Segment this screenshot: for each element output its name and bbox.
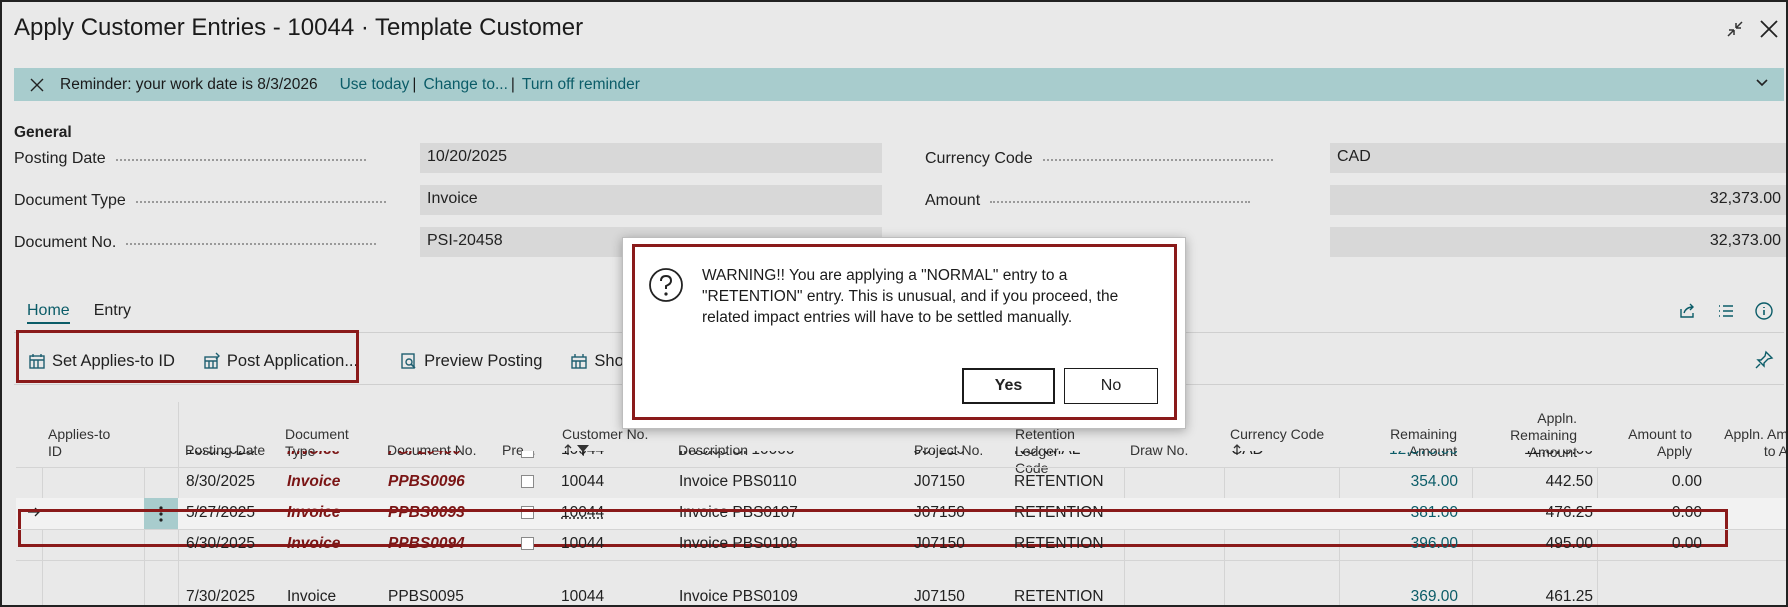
cell-posting-date: 10/5/2025 [186, 451, 255, 459]
use-today-link[interactable]: Use today [340, 76, 410, 94]
cell-project-no: J07150 [914, 588, 965, 605]
cell-retention-code: NORMAL [1014, 451, 1080, 459]
row-checkbox[interactable] [521, 475, 534, 488]
cell-currency-code: CAD [1231, 451, 1264, 459]
amount-label: Amount [925, 192, 1325, 210]
reminder-message: Reminder: your work date is 8/3/2026 [60, 75, 318, 93]
row-checkbox[interactable] [521, 451, 534, 458]
cell-remaining-amount[interactable]: 369.00 [1351, 588, 1458, 605]
link-separator: | [510, 75, 515, 93]
cell-document-type: Invoice [287, 451, 340, 459]
table-row[interactable]: 7/30/2025 Invoice PPBS0095 10044 Invoice… [16, 560, 1786, 605]
cell-posting-date: 6/30/2025 [186, 535, 255, 552]
document-no-label: Document No. [14, 234, 414, 252]
cell-retention-code: RETENTION [1014, 535, 1104, 552]
cell-appln-remaining-amount: 495.00 [1545, 535, 1593, 552]
actions-highlight [16, 330, 359, 383]
cell-retention-code: RETENTION [1014, 588, 1104, 605]
cell-amount-to-apply[interactable]: 0.00 [1616, 535, 1702, 553]
change-to-link[interactable]: Change to... [423, 76, 507, 94]
cell-remaining-amount[interactable]: 396.00 [1351, 535, 1458, 553]
info-icon[interactable] [1754, 301, 1774, 326]
cell-document-no[interactable]: PPBS0094 [388, 535, 465, 553]
cell-customer-no[interactable]: 10044 [561, 473, 604, 491]
col-currency-code[interactable]: Currency Code [1230, 426, 1324, 443]
currency-code-field[interactable]: CAD [1330, 143, 1786, 173]
general-section-title: General [14, 124, 72, 141]
preview-posting-icon [401, 353, 416, 369]
table-row[interactable]: 6/30/2025 Invoice PPBS0094 10044 Invoice… [16, 529, 1786, 560]
question-icon [648, 267, 684, 303]
cell-document-type: Invoice [287, 588, 337, 605]
cell-remaining-amount[interactable]: 12,373.00 [1351, 451, 1458, 459]
cell-document-no[interactable]: PPBS0096 [388, 473, 465, 491]
cell-customer-no[interactable]: 10044 [561, 535, 604, 553]
work-date-reminder-bar: Reminder: your work date is 8/3/2026 Use… [14, 68, 1784, 101]
cell-posting-date: 7/30/2025 [186, 588, 255, 605]
cell-description: Invoice PBS0108 [679, 535, 798, 552]
cell-appln-remaining-amount: 12,373.00 [1482, 451, 1593, 459]
close-icon[interactable] [1756, 16, 1782, 42]
show-other-icon [571, 354, 588, 369]
cell-posting-date: 8/30/2025 [186, 473, 255, 490]
no-button[interactable]: No [1064, 368, 1158, 404]
document-type-label: Document Type [14, 192, 414, 210]
link-separator: | [412, 75, 417, 93]
collapse-icon[interactable] [1722, 16, 1748, 42]
cell-amount-to-apply[interactable]: 0.00 [1616, 473, 1702, 491]
posting-date-label: Posting Date [14, 150, 414, 168]
cell-description: Invoice PBS0109 [679, 588, 798, 605]
currency-code-label: Currency Code [925, 150, 1325, 168]
cell-description: Invoice PBS0110 [679, 473, 797, 490]
cell-document-no[interactable]: PPBS0095 [388, 588, 464, 605]
cell-appln-remaining-amount: 442.50 [1545, 473, 1593, 490]
tab-entry[interactable]: Entry [94, 302, 131, 324]
title-bar: Apply Customer Entries - 10044 · Templat… [2, 2, 1786, 62]
list-view-icon[interactable] [1716, 301, 1736, 326]
cell-document-no[interactable]: PSI-20400 [388, 451, 461, 459]
cell-customer-no[interactable]: 10044 [561, 588, 604, 605]
share-icon[interactable] [1678, 301, 1698, 326]
cell-retention-code: RETENTION [1014, 473, 1104, 490]
page: Apply Customer Entries - 10044 · Templat… [0, 0, 1788, 607]
chevron-down-icon[interactable] [1754, 74, 1770, 95]
cell-document-type: Invoice [287, 473, 341, 490]
cell-project-no: J07150 [914, 535, 965, 552]
table-row[interactable]: 10/5/2025 Invoice PSI-20400 10044 Invoic… [16, 451, 1786, 467]
cell-appln-remaining-amount: 461.25 [1545, 588, 1593, 605]
amount-field-2[interactable]: 32,373.00 [1330, 227, 1786, 257]
pin-icon[interactable] [1754, 350, 1774, 375]
document-type-field[interactable]: Invoice [420, 185, 882, 215]
action-tabs: Home Entry [27, 302, 155, 324]
preview-posting-label: Preview Posting [424, 351, 543, 370]
cell-document-type: Invoice [287, 535, 341, 552]
row-checkbox[interactable] [521, 537, 534, 550]
yes-button[interactable]: Yes [962, 368, 1055, 404]
cell-description: Invoice SI 10000 [679, 451, 794, 459]
page-title: Apply Customer Entries - 10044 · Templat… [14, 14, 584, 41]
preview-posting-button[interactable]: Preview Posting [400, 352, 542, 371]
cell-remaining-amount[interactable]: 354.00 [1351, 473, 1458, 491]
posting-date-field[interactable]: 10/20/2025 [420, 143, 882, 173]
cell-project-no: J07150 [914, 473, 965, 490]
dismiss-reminder-icon[interactable] [26, 78, 48, 92]
tab-home[interactable]: Home [27, 302, 70, 324]
amount-field[interactable]: 32,373.00 [1330, 185, 1786, 215]
cell-project-no: J07210 [914, 451, 965, 459]
turn-off-reminder-link[interactable]: Turn off reminder [522, 76, 640, 94]
cell-customer-no[interactable]: 10044 [561, 451, 604, 459]
table-row[interactable]: 8/30/2025 Invoice PPBS0096 10044 Invoice… [16, 467, 1786, 498]
page-tools [1678, 301, 1774, 326]
warning-message: WARNING!! You are applying a "NORMAL" en… [702, 267, 1119, 326]
